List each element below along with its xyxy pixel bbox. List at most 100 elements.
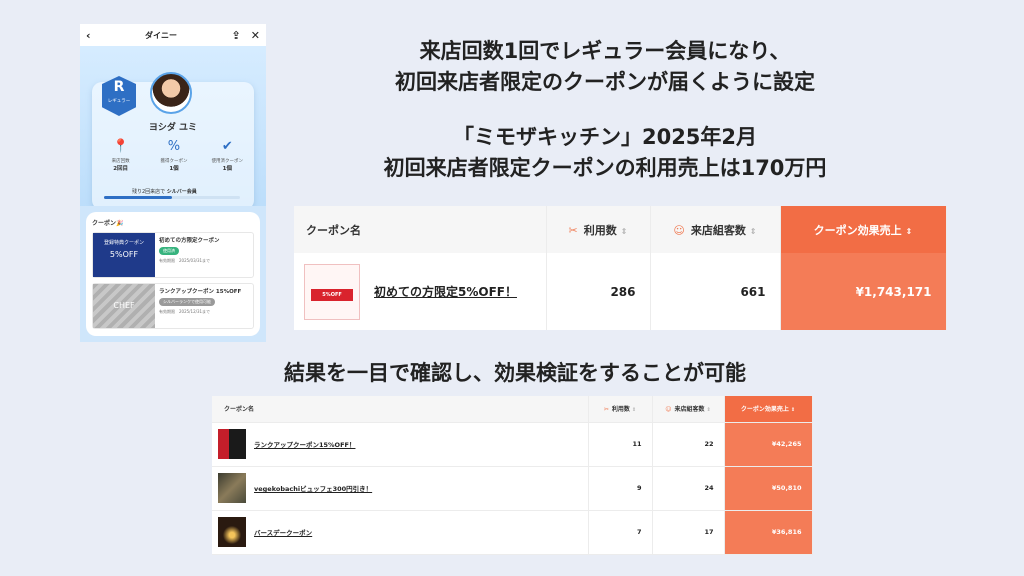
column-header-sales[interactable]: クーポン効果売上 ⇕: [724, 396, 813, 423]
coupon-thumbnail: [218, 429, 246, 459]
header-label: 利用数: [611, 406, 630, 414]
column-header-groups[interactable]: ☺ 来店組客数 ⇕: [652, 396, 725, 423]
coupon-effect-table-large: クーポン名 ✂ 利用数 ⇕ ☺ 来店組客数 ⇕ クーポン効果売上 ⇕ 5%OFF 初めての…: [294, 206, 947, 330]
ticket-icon: ✂: [568, 223, 578, 237]
headline-line: 「ミモザキッチン」2025年2月: [452, 125, 758, 149]
sales-cell: ¥1,743,171: [780, 253, 947, 330]
sort-icon[interactable]: ⇕: [791, 407, 795, 413]
groups-cell: 22: [652, 422, 725, 467]
stat-value: 2回目: [113, 166, 129, 172]
coupon-thumbnail: [218, 517, 246, 547]
headline-line: 初回来店者限定のクーポンが届くように設定: [395, 70, 815, 94]
ticket-icon: ✂: [603, 406, 609, 414]
rank-letter: R: [113, 79, 125, 95]
header-label: クーポン効果売上: [740, 406, 789, 414]
uses-cell: 286: [546, 253, 651, 330]
headline-setting: 来店回数1回でレギュラー会員になり、 初回来店者限定のクーポンが届くように設定: [330, 36, 880, 98]
close-icon[interactable]: ✕: [251, 30, 260, 41]
rank-progress-bar: [104, 196, 240, 199]
avatar: [150, 72, 192, 114]
coupon-thumbnail: 5%OFF: [304, 263, 360, 320]
column-header-uses[interactable]: ✂ 利用数 ⇕: [588, 396, 653, 423]
coupon-link[interactable]: ランクアップクーポン15%OFF！: [254, 439, 355, 449]
party-icon: 🎉: [116, 220, 124, 227]
coupon-expiry: 有効期限 2025/12/31まで: [159, 309, 211, 314]
groups-cell: 24: [652, 466, 725, 511]
sales-cell: ¥42,265: [724, 422, 813, 467]
people-icon: ☺: [673, 223, 685, 237]
table-row: 5%OFF 初めての方限定5%OFF！ 286 661 ¥1,743,171: [294, 253, 947, 330]
phone-mockup: ‹ ダイニー ⇪ ✕ R レギュラー ヨシダ ユミ 📍 来店回数 2回目 % 獲…: [80, 24, 266, 342]
column-header-groups[interactable]: ☺ 来店組客数 ⇕: [650, 206, 781, 253]
stat-value: 1個: [169, 166, 179, 172]
coupon-body: ランクアップクーポン 15%OFF シルバーランクで使用可能 有効期限 2025…: [155, 284, 245, 328]
thumbnail-label: 5%OFF: [311, 288, 353, 301]
coupon-panel: クーポン🎉 登録特典クーポン 5%OFF 初めての方限定クーポン 使用済 有効期…: [86, 212, 260, 336]
coupon-status-badge: シルバーランクで使用可能: [159, 298, 215, 306]
coupon-card-first-visit[interactable]: 登録特典クーポン 5%OFF 初めての方限定クーポン 使用済 有効期限 2025…: [92, 232, 254, 278]
header-label: クーポン効果売上: [813, 223, 902, 237]
coupon-name-cell: vegekobachiビュッフェ300円引き！: [212, 466, 589, 511]
uses-cell: 7: [588, 510, 653, 555]
stat-coupons-earned: % 獲得クーポン 1個: [149, 138, 199, 172]
sort-icon[interactable]: ⇕: [707, 407, 711, 413]
rank-name: レギュラー: [107, 99, 131, 104]
sales-cell: ¥50,810: [724, 466, 813, 511]
table-row: ランクアップクーポン15%OFF！ 11 22 ¥42,265: [212, 422, 813, 467]
user-name: ヨシダ ユミ: [148, 123, 198, 133]
coupon-image: 登録特典クーポン 5%OFF: [93, 233, 155, 277]
coupon-body: 初めての方限定クーポン 使用済 有効期限 2025/03/31まで: [155, 233, 224, 277]
headline-line: 来店回数1回でレギュラー会員になり、: [419, 39, 791, 63]
coupon-thumbnail: [218, 473, 246, 503]
coupon-link[interactable]: バースデークーポン: [254, 527, 312, 537]
table-row: vegekobachiビュッフェ300円引き！ 9 24 ¥50,810: [212, 466, 813, 511]
stat-coupons-used: ✔ 使用済クーポン 1個: [202, 138, 252, 172]
sort-icon[interactable]: ⇕: [750, 227, 757, 236]
column-header-uses[interactable]: ✂ 利用数 ⇕: [546, 206, 651, 253]
coupon-section-title: クーポン🎉: [92, 218, 254, 227]
coupon-effect-table-small: クーポン名 ✂ 利用数 ⇕ ☺ 来店組客数 ⇕ クーポン効果売上 ⇕ ランクアップクーポン…: [212, 396, 813, 555]
coupon-name-cell: 5%OFF 初めての方限定5%OFF！: [294, 253, 547, 330]
coupon-name-cell: ランクアップクーポン15%OFF！: [212, 422, 589, 467]
column-header-sales[interactable]: クーポン効果売上 ⇕: [780, 206, 947, 253]
sort-icon[interactable]: ⇕: [621, 227, 628, 236]
column-header-coupon: クーポン名: [294, 206, 547, 253]
sales-cell: ¥36,816: [724, 510, 813, 555]
stat-visits: 📍 来店回数 2回目: [96, 138, 146, 172]
coupon-icon: %: [167, 139, 181, 154]
progress-target: シルバー会員: [166, 189, 197, 195]
location-pin-icon: 📍: [112, 139, 129, 154]
rank-progress-note: 残り2回来店で シルバー会員: [132, 188, 197, 195]
sort-icon[interactable]: ⇕: [632, 407, 636, 413]
member-stats: 📍 来店回数 2回目 % 獲得クーポン 1個 ✔ 使用済クーポン 1個: [94, 138, 254, 172]
coupon-name: 初めての方限定クーポン: [159, 238, 220, 244]
progress-text: 残り2回来店で: [132, 189, 166, 195]
stat-value: 1個: [222, 166, 232, 172]
coupon-image: CHEF: [93, 284, 155, 328]
coupon-name-cell: バースデークーポン: [212, 510, 589, 555]
phone-top-bar: ‹ ダイニー ⇪ ✕: [80, 24, 266, 46]
member-card-area: R レギュラー ヨシダ ユミ 📍 来店回数 2回目 % 獲得クーポン 1個 ✔ …: [80, 46, 266, 228]
coupon-link[interactable]: vegekobachiビュッフェ300円引き！: [254, 483, 372, 493]
headline-line: 初回来店者限定クーポンの利用売上は170万円: [383, 156, 827, 180]
header-label: 来店組客数: [674, 406, 705, 414]
uses-cell: 9: [588, 466, 653, 511]
app-title: ダイニー: [145, 30, 178, 40]
coupon-title-text: クーポン: [92, 220, 117, 227]
progress-fill: [104, 196, 172, 199]
coupon-card-rank-up[interactable]: CHEF ランクアップクーポン 15%OFF シルバーランクで使用可能 有効期限…: [92, 283, 254, 329]
coupon-image-off: 5%OFF: [109, 250, 139, 259]
header-label: 利用数: [583, 223, 617, 237]
column-header-coupon: クーポン名: [212, 396, 589, 423]
header-label: 来店組客数: [690, 223, 746, 237]
coupon-expiry: 有効期限 2025/03/31まで: [159, 258, 211, 263]
sort-icon[interactable]: ⇕: [906, 227, 913, 236]
coupon-name: ランクアップクーポン 15%OFF: [159, 289, 242, 295]
headline-verify: 結果を一目で確認し、効果検証をすることが可能: [284, 361, 746, 385]
coupon-status-badge: 使用済: [159, 247, 179, 255]
coupon-link[interactable]: 初めての方限定5%OFF！: [374, 283, 517, 300]
coupon-area: クーポン🎉 登録特典クーポン 5%OFF 初めての方限定クーポン 使用済 有効期…: [80, 206, 266, 342]
table-row: バースデークーポン 7 17 ¥36,816: [212, 510, 813, 555]
share-icon[interactable]: ⇪: [232, 30, 241, 41]
back-icon[interactable]: ‹: [86, 30, 91, 41]
